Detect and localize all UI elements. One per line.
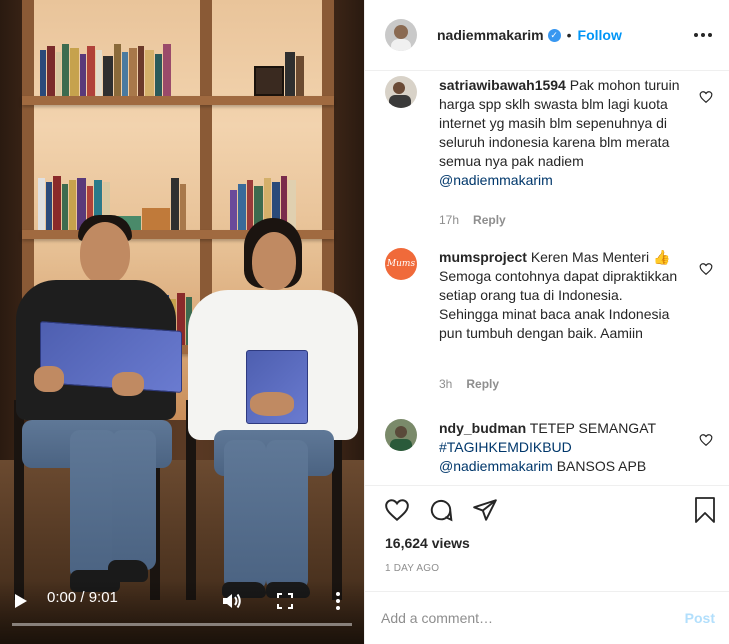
video-options-button[interactable] [328,590,348,612]
comment-time: 17h [439,213,460,227]
video-progress-bar[interactable] [12,623,352,626]
post-header: nadiemmakarim ✓ • Follow [365,0,729,71]
author-avatar[interactable] [385,19,417,51]
comment-item: ndy_budman TETEP SEMANGAT #TAGIHKEMDIKBU… [385,419,713,485]
post-comment-button[interactable]: Post [685,610,715,626]
video-time: 0:00 / 9:01 [47,589,118,606]
like-comment-icon[interactable] [699,262,713,276]
post-date[interactable]: 1 DAY AGO [385,563,439,574]
verified-badge-icon: ✓ [547,28,561,42]
comment-item: satriawibawah1594 Pak mohon turuin harga… [385,76,713,236]
add-comment-input[interactable] [381,606,651,630]
post-panel: nadiemmakarim ✓ • Follow satriawibawah15… [364,0,729,644]
comment-mention[interactable]: @nadiemmakarim [439,458,553,474]
comment-icon [430,499,453,522]
add-comment-bar: Post [365,591,729,644]
comment-username[interactable]: ndy_budman [439,420,526,436]
comment-text: TETEP SEMANGAT [529,420,656,436]
save-button[interactable] [691,496,719,524]
comment-button[interactable] [427,496,455,524]
volume-icon [223,593,241,609]
commenter-avatar[interactable] [385,76,417,108]
like-button[interactable] [383,496,411,524]
volume-button[interactable] [220,590,244,612]
share-icon [473,499,497,521]
commenter-avatar[interactable] [385,419,417,451]
follow-button[interactable]: Follow [578,27,622,43]
video-controls: 0:00 / 9:01 [0,580,364,644]
like-comment-icon[interactable] [699,433,713,447]
comments-list[interactable]: satriawibawah1594 Pak mohon turuin harga… [365,71,729,485]
play-icon [15,594,27,608]
reply-button[interactable]: Reply [466,377,499,391]
comment-username[interactable]: satriawibawah1594 [439,77,566,93]
comment-text-after: BANSOS APB [552,458,647,474]
fullscreen-button[interactable] [274,590,296,612]
comment-hashtag[interactable]: #TAGIHKEMDIKBUD [439,439,572,455]
comment-username[interactable]: mumsproject [439,249,527,265]
like-comment-icon[interactable] [699,90,713,104]
more-options-icon [694,33,698,37]
post-actions [365,485,729,537]
fullscreen-icon [277,593,293,609]
video-player[interactable]: 0:00 / 9:01 [0,0,364,644]
bookmark-icon [695,497,715,523]
commenter-avatar[interactable]: Mums [385,248,417,280]
comment-time: 3h [439,377,453,391]
comment-item: Mums mumsproject Keren Mas Menteri 👍Semo… [385,248,713,398]
comment-mention[interactable]: @nadiemmakarim [439,172,553,188]
share-button[interactable] [471,496,499,524]
author-username[interactable]: nadiemmakarim [437,27,544,43]
more-options-button[interactable] [691,24,715,46]
heart-icon [385,499,409,522]
views-count[interactable]: 16,624 views [385,535,470,551]
vertical-more-icon [336,592,340,610]
reply-button[interactable]: Reply [473,213,506,227]
header-separator: • [566,27,572,43]
video-frame [0,0,364,644]
play-button[interactable] [10,590,32,612]
